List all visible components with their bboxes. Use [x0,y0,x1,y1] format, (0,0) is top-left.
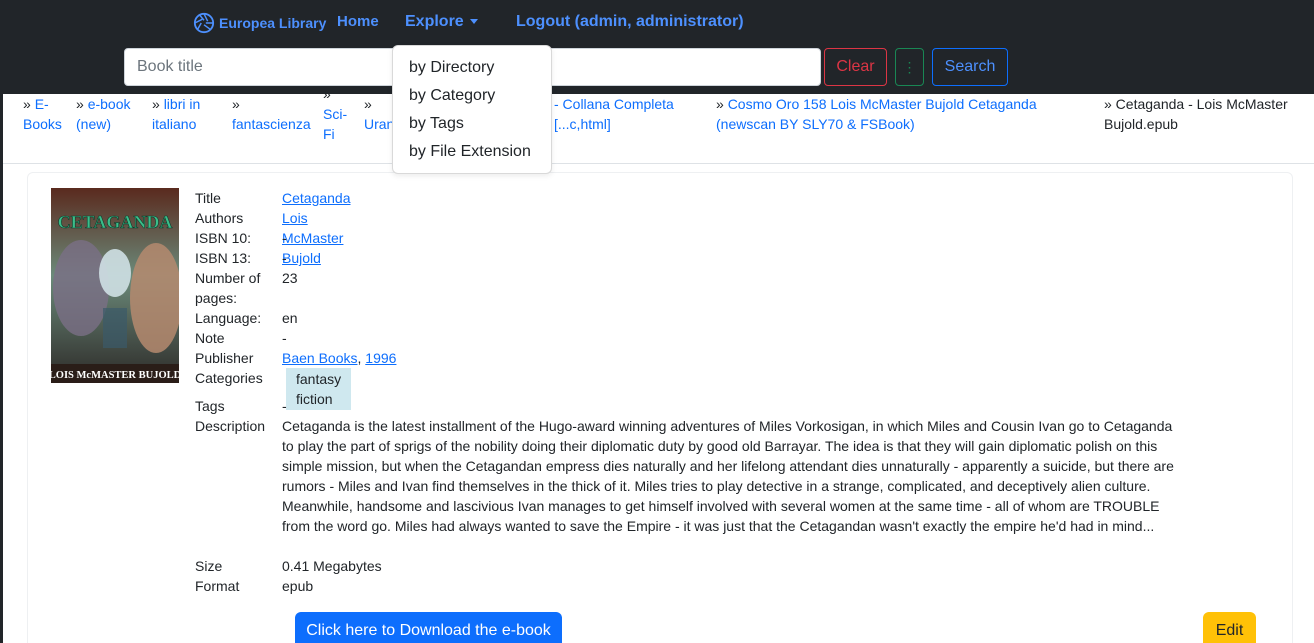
tags-value: - [282,398,287,414]
format-label: Format [195,578,240,594]
download-button[interactable]: Click here to Download the e-book [295,612,562,643]
category-badge[interactable]: fantasy fiction [286,368,352,410]
size-value: 0.41 Megabytes [282,558,382,574]
format-value: epub [282,578,314,594]
size-label: Size [195,558,223,574]
breadcrumb-item: - Collana Completa [...c,html] [554,94,704,134]
isbn13-label: ISBN 13: [195,250,252,266]
book-title-link[interactable]: Cetaganda [282,190,351,206]
search-button[interactable]: Search [932,48,1008,86]
edit-button[interactable]: Edit [1203,612,1256,643]
nav-explore-toggle[interactable]: Explore [405,13,478,31]
menu-item-by-tags[interactable]: by Tags [393,110,551,138]
brand-name: Europea Library [219,15,327,31]
aperture-icon [193,12,215,34]
breadcrumb-separator: » [152,96,160,112]
isbn13-value: - [282,250,287,266]
menu-item-by-directory[interactable]: by Directory [393,54,551,82]
language-value: en [282,310,298,326]
breadcrumb-item: » fantascienza [232,94,322,134]
menu-item-by-file-extension[interactable]: by File Extension [393,138,551,166]
explore-dropdown-menu: by Directory by Category by Tags by File… [392,45,552,174]
breadcrumb: » E-Books » e-book (new) » libri in ital… [3,86,1314,164]
breadcrumb-link-ebook-new[interactable]: e-book (new) [76,96,131,132]
breadcrumb-current: » Cetaganda - Lois McMaster Bujold.epub [1104,96,1288,132]
isbn10-value: - [282,230,287,246]
breadcrumb-item: » Sci-Fi [323,84,355,144]
more-options-button[interactable]: ⋮ [895,48,924,86]
nav-home-link[interactable]: Home [337,13,379,30]
publisher-separator: , [357,350,362,366]
description-text: Cetaganda is the latest installment of t… [282,418,1174,534]
note-value: - [282,330,287,346]
breadcrumb-item: » libri in italiano [152,94,212,134]
breadcrumb-link-libri-in-italiano[interactable]: libri in italiano [152,96,200,132]
breadcrumb-separator: » [364,96,372,112]
breadcrumb-link-scifi[interactable]: Sci-Fi [323,106,347,142]
title-label: Title [195,190,221,206]
description-label: Description [195,418,266,434]
pages-label: Number of pages: [195,270,261,306]
nav-logout-link[interactable]: Logout (admin, administrator) [516,13,744,31]
book-author-link[interactable]: Lois McMaster Bujold [282,210,343,266]
authors-label: Authors [195,210,244,226]
breadcrumb-separator: » [76,96,84,112]
book-cover-image: CETAGANDA LOIS McMASTER BUJOLD [49,188,182,383]
nav-explore-label: Explore [405,13,464,30]
year-link[interactable]: 1996 [365,350,396,366]
breadcrumb-item: » E-Books [23,94,67,134]
breadcrumb-separator: » [23,96,31,112]
breadcrumb-link-cosmo-oro[interactable]: Cosmo Oro 158 Lois McMaster Bujold Cetag… [716,96,1037,132]
search-placeholder: Book title [137,58,203,75]
breadcrumb-item: » e-book (new) [76,94,140,134]
breadcrumb-separator: » [323,86,331,102]
brand-link[interactable]: Europea Library [193,12,326,34]
cover-author-text: LOIS McMASTER BUJOLD [51,370,179,381]
cover-title-text: CETAGANDA [58,212,173,232]
language-label: Language: [195,310,262,326]
note-label: Note [195,330,225,346]
clear-button[interactable]: Clear [824,48,887,86]
categories-label: Categories [195,370,263,386]
breadcrumb-separator: » [232,96,240,112]
isbn10-label: ISBN 10: [195,230,252,246]
breadcrumb-item: » Cosmo Oro 158 Lois McMaster Bujold Cet… [716,94,1076,134]
pages-value: 23 [282,270,298,286]
breadcrumb-separator: » [716,96,724,112]
caret-down-icon [469,19,478,25]
tags-label: Tags [195,398,225,414]
breadcrumb-link-collana-completa[interactable]: - Collana Completa [...c,html] [554,96,674,132]
menu-item-by-category[interactable]: by Category [393,82,551,110]
breadcrumb-link-fantascienza[interactable]: fantascienza [232,116,311,132]
publisher-label: Publisher [195,350,254,366]
